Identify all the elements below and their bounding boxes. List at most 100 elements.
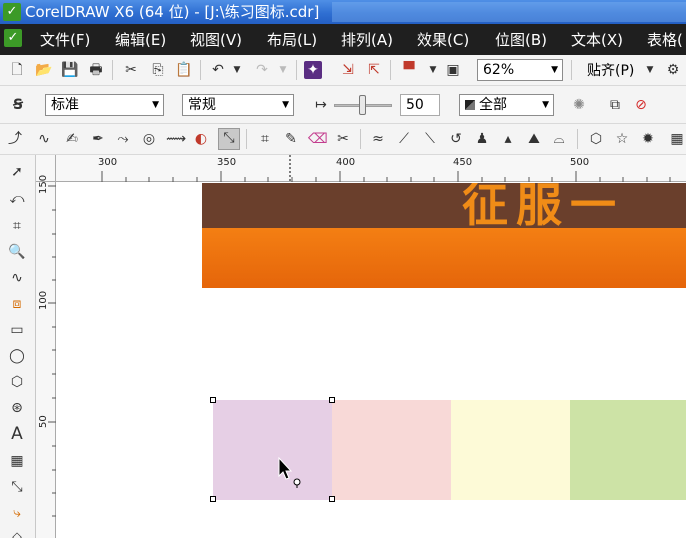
- outline-style-select-value: 常规: [188, 97, 216, 113]
- roughen-icon[interactable]: ⟋: [395, 130, 413, 148]
- banner-text[interactable]: 征服一: [462, 183, 624, 235]
- repel-icon[interactable]: ♟: [473, 130, 491, 148]
- smart-drawing-icon[interactable]: ⤡: [218, 128, 240, 150]
- document-menu-icon[interactable]: ✓: [4, 29, 22, 47]
- copy-icon[interactable]: ⎘: [149, 61, 167, 79]
- search-content-icon[interactable]: ✦: [304, 61, 322, 79]
- interactive-fill-icon[interactable]: ⬦: [6, 526, 28, 538]
- snap-to-button[interactable]: 贴齐(P): [587, 62, 634, 80]
- all-select-value: 全部: [479, 97, 507, 113]
- value-input[interactable]: 50: [400, 94, 440, 116]
- text-tool-icon[interactable]: A: [6, 423, 28, 445]
- new-doc-icon[interactable]: 🗋: [8, 61, 26, 79]
- fill-preview-icon: [465, 100, 475, 110]
- shape-tool-icon[interactable]: ⤺: [6, 188, 28, 210]
- smudge-icon[interactable]: ≈: [369, 130, 387, 148]
- lavender-swatch[interactable]: [213, 400, 332, 500]
- bspline-icon[interactable]: ⤳: [114, 130, 132, 148]
- dimension-tool-icon[interactable]: ⤡: [6, 476, 28, 498]
- ellipse-tool-icon[interactable]: ◯: [6, 345, 28, 367]
- selection-handle[interactable]: [210, 397, 216, 403]
- connector-tool-icon[interactable]: ⤷: [6, 502, 28, 524]
- table-tool-icon[interactable]: ▦: [6, 450, 28, 472]
- banner-orange-band[interactable]: [202, 228, 686, 288]
- export-icon[interactable]: ⇱: [365, 61, 383, 79]
- menu-effects[interactable]: 效果(C): [417, 31, 469, 49]
- selection-handle[interactable]: [329, 496, 335, 502]
- selection-handle[interactable]: [329, 397, 335, 403]
- drawing-canvas[interactable]: 征服一: [57, 183, 686, 538]
- menu-view[interactable]: 视图(V): [190, 31, 242, 49]
- rectangle-tool-icon[interactable]: ▭: [6, 319, 28, 341]
- redo-dropdown-icon[interactable]: ▼: [274, 61, 292, 79]
- menu-file[interactable]: 文件(F): [40, 31, 90, 49]
- zoom-tool-icon[interactable]: 🔍: [6, 241, 28, 263]
- ruler-ticks: [101, 155, 671, 182]
- all-select[interactable]: 全部 ▼: [459, 94, 554, 116]
- cream-swatch[interactable]: [451, 400, 570, 500]
- sparkle-icon[interactable]: ✺: [570, 96, 588, 114]
- eraser-icon[interactable]: ⌫: [308, 130, 328, 148]
- slider-thumb[interactable]: [359, 95, 366, 115]
- ruler-tick-label: 100: [38, 290, 49, 310]
- menu-edit[interactable]: 编辑(E): [115, 31, 166, 49]
- import-icon[interactable]: ⇲: [339, 61, 357, 79]
- paste-icon[interactable]: 📋: [175, 61, 193, 79]
- graph-paper-icon[interactable]: ▦: [668, 130, 686, 148]
- pick-tool-icon[interactable]: ➚: [6, 161, 28, 183]
- cut-icon[interactable]: ✂: [122, 61, 140, 79]
- vertical-ruler[interactable]: 150 100 50: [36, 175, 56, 538]
- spiral-icon[interactable]: ◎: [140, 130, 158, 148]
- green-swatch[interactable]: [570, 400, 686, 500]
- artistic-media-icon[interactable]: ✍: [63, 130, 81, 148]
- outline-style-select[interactable]: 常规 ▼: [182, 94, 294, 116]
- menu-layout[interactable]: 布局(L): [267, 31, 317, 49]
- publish-dropdown-icon[interactable]: ▼: [424, 61, 442, 79]
- style-select[interactable]: 标准 ▼: [45, 94, 164, 116]
- zoom-level-select[interactable]: 62% ▼: [477, 59, 563, 81]
- freehand-icon[interactable]: ⤴: [6, 130, 24, 148]
- toolbox: ➚ ⤺ ⌗ 🔍 ∿ ⧈ ▭ ◯ ⬡ ⊛ A ▦ ⤡ ⤷ ⬦: [0, 155, 36, 538]
- app-launcher-icon[interactable]: ▣: [444, 61, 462, 79]
- attract-icon[interactable]: ↺: [447, 130, 465, 148]
- horizontal-ruler[interactable]: 300 350 400 450 500: [56, 155, 686, 182]
- virtual-segment-delete-icon[interactable]: ✂: [334, 130, 352, 148]
- clear-icon[interactable]: ⊘: [632, 96, 650, 114]
- menu-bitmaps[interactable]: 位图(B): [495, 31, 547, 49]
- twirl-icon[interactable]: ⟍: [421, 130, 439, 148]
- text-style-icon: Ꞩ: [12, 97, 24, 113]
- save-icon[interactable]: 💾: [61, 61, 79, 79]
- undo-icon[interactable]: ↶: [209, 61, 227, 79]
- freehand-tool-icon[interactable]: ∿: [6, 267, 28, 289]
- options-icon[interactable]: ⚙: [664, 61, 682, 79]
- polyline-icon[interactable]: ⟿: [166, 130, 186, 148]
- menu-table[interactable]: 表格(: [647, 31, 683, 49]
- pen-icon[interactable]: ✒: [89, 130, 107, 148]
- smart-fill-icon[interactable]: ⧈: [6, 293, 28, 315]
- polygon-tool-icon[interactable]: ⬡: [6, 371, 28, 393]
- three-point-curve-icon[interactable]: ◐: [192, 130, 210, 148]
- snap-dropdown-icon[interactable]: ▼: [641, 61, 659, 79]
- contour-icon[interactable]: ▴: [499, 130, 517, 148]
- envelope-icon[interactable]: ⌓: [550, 130, 568, 148]
- copy-properties-icon[interactable]: ⧉: [606, 96, 624, 114]
- distort-icon[interactable]: ⛰: [525, 130, 543, 148]
- open-icon[interactable]: 📂: [35, 61, 53, 79]
- basic-shapes-icon[interactable]: ⊛: [6, 397, 28, 419]
- crop-tool-icon[interactable]: ⌗: [6, 215, 28, 237]
- pink-swatch[interactable]: [332, 400, 451, 500]
- print-icon[interactable]: 🖶: [87, 61, 105, 79]
- complex-star-icon[interactable]: ✹: [639, 130, 657, 148]
- menu-arrange[interactable]: 排列(A): [341, 31, 393, 49]
- undo-dropdown-icon[interactable]: ▼: [228, 61, 246, 79]
- polygon-icon[interactable]: ⬡: [587, 130, 605, 148]
- bezier-icon[interactable]: ∿: [35, 130, 53, 148]
- menu-text[interactable]: 文本(X): [571, 31, 623, 49]
- redo-icon[interactable]: ↷: [253, 61, 271, 79]
- publish-icon[interactable]: ▀: [400, 61, 418, 79]
- coreldraw-app-icon[interactable]: ✓: [3, 3, 21, 21]
- selection-handle[interactable]: [210, 496, 216, 502]
- star-icon[interactable]: ☆: [613, 130, 631, 148]
- knife-icon[interactable]: ✎: [282, 130, 300, 148]
- crop-icon[interactable]: ⌗: [256, 130, 274, 148]
